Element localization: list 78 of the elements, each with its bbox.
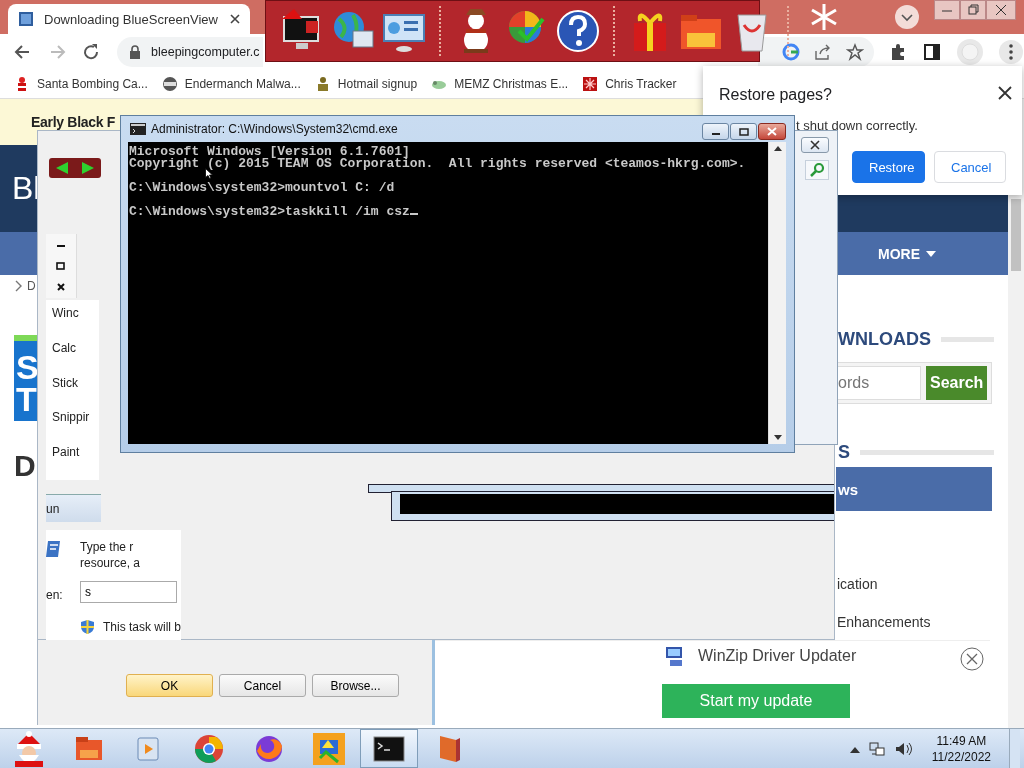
open-field[interactable]: s [80,581,177,603]
text-cursor [409,213,418,215]
close-button[interactable] [801,137,829,153]
page-icon [18,11,34,27]
article-title: D [14,449,36,483]
ad-title: WinZip Driver Updater [698,647,857,665]
up-arrow-icon [773,146,782,151]
menu-icon[interactable] [998,39,1024,65]
chevron-down-icon[interactable] [894,4,920,30]
search-button[interactable] [805,160,829,180]
close-icon[interactable] [227,12,242,26]
left-arrow-icon [55,162,69,174]
help-icon[interactable] [554,7,602,55]
star-icon[interactable] [846,43,864,61]
dialog-description: Type the r resource, a [80,539,142,571]
browser-tab[interactable]: Downloading BlueScreenView [8,4,250,34]
chevron-right-icon [14,280,22,292]
sidebar-link[interactable]: ication [836,576,1008,592]
close-icon[interactable] [56,282,66,293]
dialog-message: t shut down correctly. [796,118,918,133]
spark-icon [582,76,599,92]
dialog-button[interactable]: OK [126,674,213,697]
close-icon [809,140,821,150]
console-icon [130,123,146,135]
restore-button[interactable]: Restore [852,151,925,183]
more-menu[interactable]: MORE [870,241,944,266]
clock[interactable]: 11:49 AM 11/22/2022 [921,732,1001,765]
minimize-button[interactable] [702,123,729,140]
cancel-button[interactable]: Cancel [934,151,1006,183]
down-arrow-icon [773,435,782,440]
close-button[interactable] [758,123,786,140]
mouse-pointer-icon [205,168,213,179]
close-icon [767,127,777,136]
close-icon[interactable] [986,0,1016,20]
console-line: Microsoft Windows [Version 6.1.7601] [129,144,410,159]
side-panel-icon[interactable] [922,42,942,62]
share-icon[interactable] [814,43,832,61]
section-heading: S [838,442,850,463]
maximize-button[interactable] [730,123,757,140]
bookmark[interactable]: Hotmail signup [314,76,418,92]
menu-item[interactable]: Calc [46,340,99,376]
breadcrumb-link[interactable]: D [27,279,36,293]
bookmark[interactable]: Santa Bombing Ca... [14,76,148,92]
navigation-arrows[interactable] [49,158,101,178]
menu-item[interactable]: Paint [46,445,99,480]
close-icon[interactable] [998,86,1012,100]
address-bar[interactable]: bleepingcomputer.c [117,37,263,67]
search-field[interactable]: ords [837,366,921,400]
console-line: C:\Windows\system32>taskkill /im csz [129,204,410,219]
dialog-title: un [46,501,60,516]
tool-icon [312,731,346,766]
network-icon[interactable] [867,739,886,758]
bookmark[interactable]: Endermanch Malwa... [161,76,301,92]
lock-icon [129,45,141,59]
search-button[interactable]: Search [926,366,988,400]
maximize-icon[interactable] [56,261,66,271]
taskbar-button[interactable] [360,729,418,768]
field-label: en: [46,588,64,602]
mask-icon [161,76,178,92]
right-arrow-icon [81,162,95,174]
sidebar-link[interactable]: Enhancements [836,614,1008,630]
reload-icon[interactable] [81,42,101,62]
shield-icon [80,619,95,635]
section-tab[interactable]: ws [836,467,992,511]
caret-icon [926,250,936,257]
bookmark[interactable]: MEMZ Christmas E... [431,76,569,92]
dialog-button[interactable]: Cancel [219,674,306,697]
window-title: Administrator: C:\Windows\System32\cmd.exe [151,122,399,136]
scrollbar[interactable] [768,142,786,444]
admin-note: This task will b [103,620,182,634]
maximize-icon [738,127,749,136]
dialog-button[interactable]: Browse... [312,674,399,697]
menu-item[interactable]: Stick [46,375,99,411]
restore-icon[interactable] [960,0,986,20]
bookmark[interactable]: Chris Tracker [582,76,677,92]
search-icon [809,162,825,178]
section-heading: WNLOADS [838,329,931,350]
console-line: C:\Windows\system32>mountvol C: /d [129,180,395,195]
